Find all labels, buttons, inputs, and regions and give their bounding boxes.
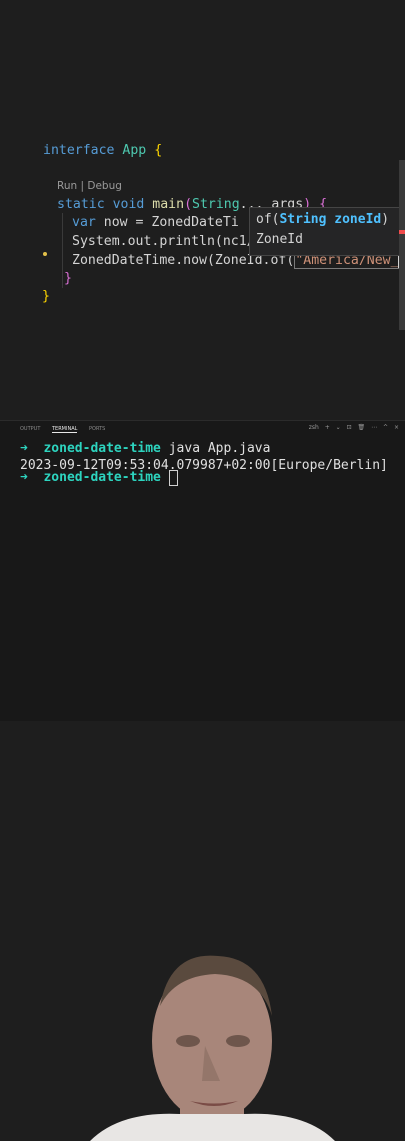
panel-tabs: OUTPUT TERMINAL PORTS [20,426,115,433]
indent-guide [62,213,63,288]
tab-ports[interactable]: PORTS [89,426,105,432]
prompt-directory: zoned-date-time [43,441,161,456]
tab-output[interactable]: OUTPUT [20,426,40,432]
line3-text: now = ZonedDateTi [103,215,239,230]
code-line-4[interactable]: System.out.println(nc1/2 [72,232,263,252]
trash-icon[interactable]: 🗑 [358,424,366,431]
presenter-webcam [90,955,335,1141]
codelens-separator: | [80,180,85,192]
maximize-icon[interactable]: ^ [383,424,388,431]
close-method-brace: } [64,271,72,286]
close-icon[interactable]: × [394,424,399,431]
panel-actions: zsh + ⌄ ⊡ 🗑 ⋯ ^ × [305,424,399,431]
prompt-directory: zoned-date-time [43,470,161,485]
chevron-down-icon[interactable]: ⌄ [336,424,341,431]
keyword-interface: interface [43,143,115,158]
error-marker [399,230,405,234]
shell-label[interactable]: zsh [309,424,319,431]
split-terminal-icon[interactable]: ⊡ [347,424,352,431]
new-terminal-icon[interactable]: + [325,424,330,431]
modifiers: static void [57,197,145,212]
code-line-3[interactable]: var now = ZonedDateTi [72,213,239,233]
terminal-cursor [168,469,178,486]
open-brace: { [154,143,163,158]
keyword-var: var [72,215,96,230]
prompt-arrow-icon: ➜ [20,441,28,456]
run-link[interactable]: Run [57,180,77,192]
param-type: String [192,197,240,212]
code-editor[interactable]: interface App { Run | Debug static void … [0,0,405,420]
terminal-line-3[interactable]: ➜ zoned-date-time [20,469,178,486]
class-name: App [122,143,147,158]
code-line-1[interactable]: interface App { [43,141,162,161]
terminal-line-1: ➜ zoned-date-time java App.java [20,440,270,457]
tab-terminal[interactable]: TERMINAL [51,426,78,433]
terminal-command: java App.java [168,441,271,456]
lightbulb-icon[interactable] [43,252,47,256]
debug-link[interactable]: Debug [87,180,122,192]
codelens: Run | Debug [57,180,122,192]
hint-active-param: String zoneId [279,212,382,227]
code-line-6[interactable]: } [64,269,72,289]
signature-help-popup: of(String zoneId) : ZoneId [249,207,405,256]
editor-scrollbar[interactable] [399,160,405,330]
hint-method: of( [256,212,280,227]
prompt-arrow-icon: ➜ [20,470,28,485]
code-line-7[interactable]: } [42,287,50,307]
paren-open: ( [184,197,193,212]
close-interface-brace: } [42,289,50,304]
method-name: main [152,197,185,212]
line4-text: System.out.println(nc1/2 [72,234,263,249]
bottom-panel: OUTPUT TERMINAL PORTS zsh + ⌄ ⊡ 🗑 ⋯ ^ × … [0,420,405,1141]
hint-return-type: ZoneId [256,232,303,247]
more-icon[interactable]: ⋯ [371,424,377,431]
